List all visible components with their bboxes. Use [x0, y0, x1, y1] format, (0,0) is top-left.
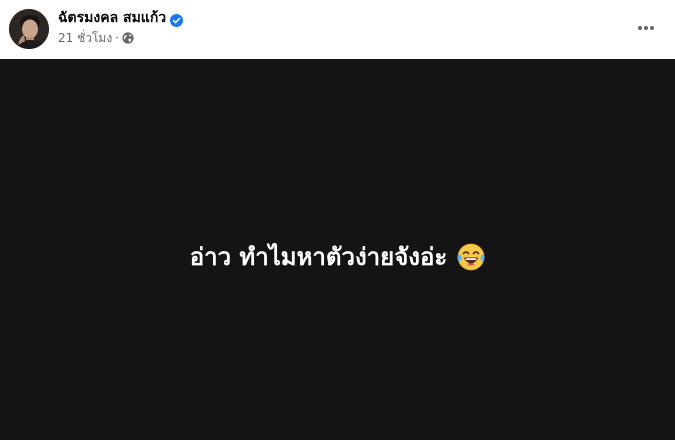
meta-separator: · — [115, 31, 120, 45]
ellipsis-icon — [638, 26, 654, 30]
verified-badge-icon — [170, 12, 184, 27]
author-name[interactable]: ฉัตรมงคล สมแก้ว — [58, 9, 166, 27]
post-timestamp[interactable]: 21 ชั่วโมง — [58, 29, 112, 48]
author-name-row: ฉัตรมงคล สมแก้ว — [58, 9, 184, 27]
status-line: อ่าว ทำไมหาตัวง่ายจังอ่ะ — [190, 242, 486, 272]
avatar[interactable] — [9, 9, 49, 49]
post-meta: 21 ชั่วโมง · — [58, 30, 134, 46]
more-options-button[interactable] — [628, 10, 664, 46]
status-text: อ่าว ทำไมหาตัวง่ายจังอ่ะ — [189, 242, 448, 271]
avatar-photo-icon — [9, 9, 49, 49]
face-with-tears-of-joy-icon — [457, 243, 485, 271]
globe-icon[interactable] — [122, 32, 134, 44]
post-header: ฉัตรมงคล สมแก้ว 21 ชั่วโมง · — [0, 0, 675, 59]
status-background: อ่าว ทำไมหาตัวง่ายจังอ่ะ — [0, 59, 675, 440]
